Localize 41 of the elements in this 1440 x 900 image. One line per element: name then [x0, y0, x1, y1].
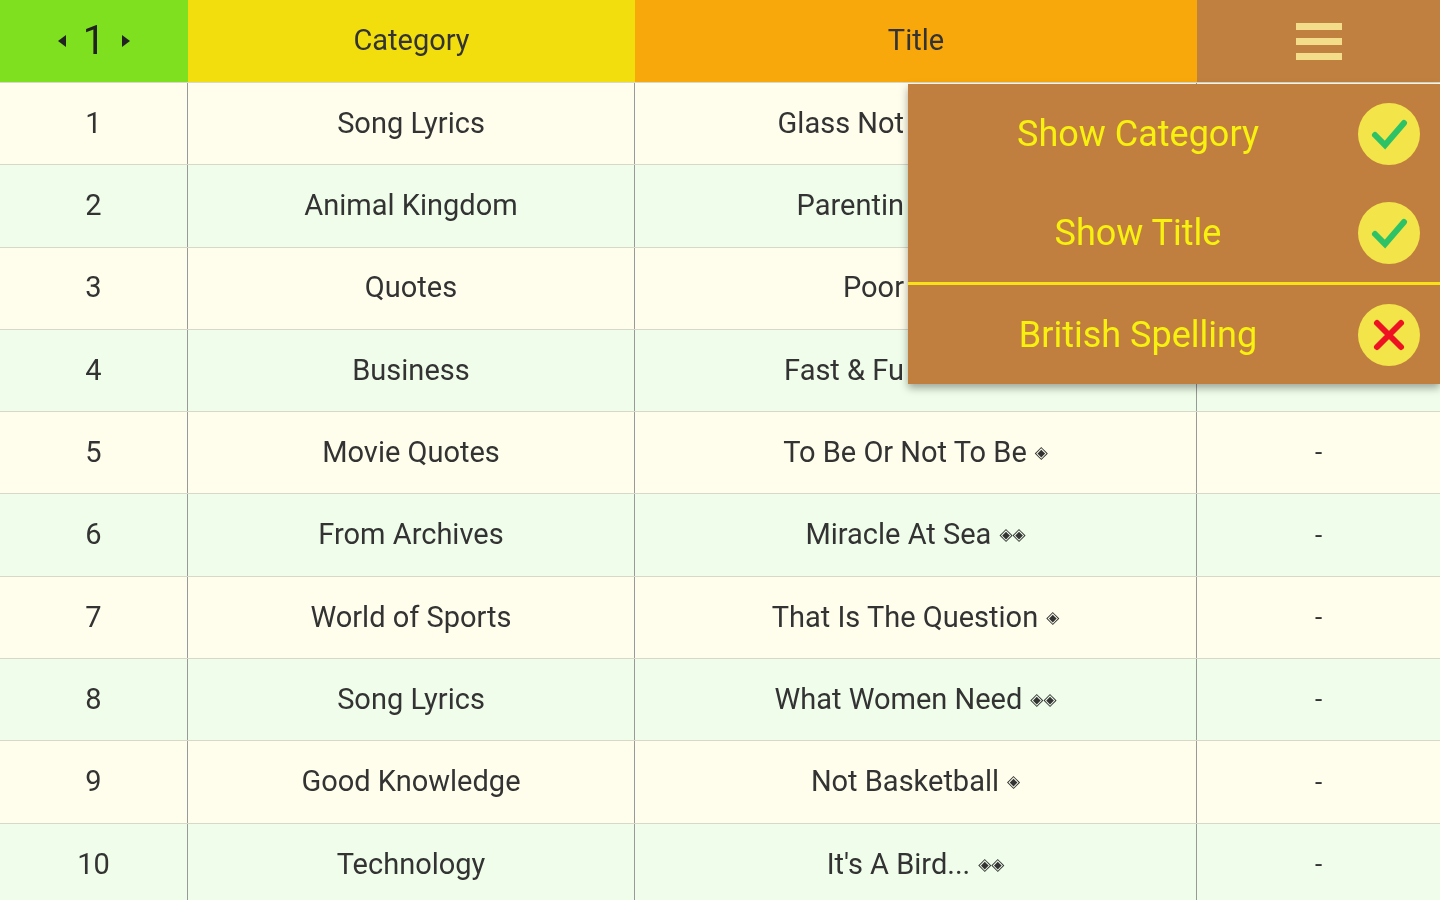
- menu-item[interactable]: Show Title: [908, 205, 1358, 260]
- category-cell: From Archives: [188, 494, 635, 576]
- rating-marks: ◈: [1046, 605, 1060, 629]
- title-cell-text: What Women Need: [774, 680, 1023, 718]
- row-number-cell: 10: [0, 823, 188, 900]
- empty-value-cell-text: -: [1314, 600, 1323, 634]
- menu-item[interactable]: British Spelling: [908, 307, 1358, 362]
- title-cell-text: Parentin: [796, 187, 904, 225]
- empty-value-cell-text: -: [1314, 436, 1323, 470]
- empty-value-cell-text: -: [1314, 765, 1323, 799]
- category-cell: Quotes: [188, 247, 635, 329]
- column-header[interactable]: Category: [188, 0, 635, 82]
- title-cell-text: That Is The Question: [771, 598, 1039, 636]
- row-number-cell: 6: [0, 494, 188, 576]
- row-number-cell: 9: [0, 741, 188, 823]
- previous-page-icon[interactable]: [56, 34, 67, 48]
- empty-value-cell-text: -: [1314, 683, 1323, 717]
- title-cell-text: Poor: [842, 269, 904, 307]
- title-cell-text: Miracle At Sea: [805, 516, 992, 554]
- rating-marks: ◈◈: [999, 523, 1026, 547]
- title-cell-text: Fast & Fu: [784, 351, 904, 389]
- rating-marks: ◈: [1007, 770, 1021, 794]
- title-cell-text: To Be Or Not To Be: [783, 434, 1027, 472]
- row-number-cell: 2: [0, 165, 188, 247]
- title-cell-text: Not Basketball: [810, 763, 1000, 801]
- empty-value-cell-text: -: [1314, 518, 1323, 552]
- column-header[interactable]: Title: [635, 0, 1197, 82]
- category-cell: Animal Kingdom: [188, 165, 635, 247]
- menu-item[interactable]: Show Category: [908, 106, 1358, 161]
- rating-marks: ◈: [1034, 441, 1048, 465]
- rating-marks: ◈◈: [978, 852, 1005, 876]
- page-number: 1: [82, 16, 106, 66]
- row-number-cell: 3: [0, 247, 188, 329]
- next-page-icon[interactable]: [121, 34, 132, 48]
- title-cell-text: Glass Not: [777, 104, 904, 142]
- empty-value-cell-text: -: [1314, 847, 1323, 881]
- title-cell-text: It's A Bird...: [826, 845, 971, 883]
- category-cell: Technology: [188, 823, 635, 900]
- category-cell: Good Knowledge: [188, 741, 635, 823]
- rating-marks: ◈◈: [1030, 687, 1057, 711]
- menu-icon[interactable]: [1295, 21, 1342, 61]
